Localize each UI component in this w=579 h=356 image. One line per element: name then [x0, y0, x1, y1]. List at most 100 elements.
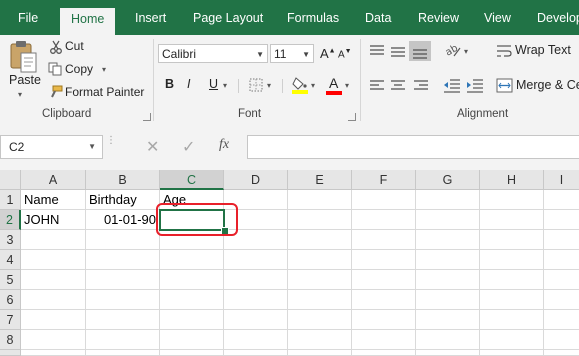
paste-icon[interactable] [9, 40, 39, 74]
insert-function-button[interactable]: fx [219, 137, 229, 153]
grid-cell[interactable] [224, 330, 288, 350]
font-color-dropdown-icon[interactable]: ▾ [345, 81, 349, 90]
italic-button[interactable]: I [187, 77, 190, 91]
row-header-3[interactable]: 3 [0, 230, 21, 250]
column-header-h[interactable]: H [480, 170, 544, 190]
name-box[interactable]: C2 ▼ [0, 135, 103, 159]
row-header-9[interactable]: 9 [0, 350, 21, 356]
cell-a1[interactable]: Name [21, 190, 86, 210]
tab-home[interactable]: Home [60, 8, 116, 35]
cell-a2[interactable]: JOHN [21, 210, 86, 230]
grid-cell[interactable] [86, 290, 160, 310]
grid-cell[interactable] [480, 350, 544, 356]
grid-cell[interactable] [544, 210, 579, 230]
tab-page-layout[interactable]: Page Layout [193, 0, 263, 35]
grid-cell[interactable] [224, 270, 288, 290]
tab-formulas[interactable]: Formulas [287, 0, 339, 35]
row-header-7[interactable]: 7 [0, 310, 21, 330]
row-header-5[interactable]: 5 [0, 270, 21, 290]
grid-cell[interactable] [544, 330, 579, 350]
copy-icon[interactable] [48, 62, 62, 81]
underline-dropdown-icon[interactable]: ▾ [223, 81, 227, 90]
grid-cell[interactable] [416, 230, 480, 250]
grid-cell[interactable] [160, 250, 224, 270]
grid-cell[interactable] [21, 330, 86, 350]
grid-cell[interactable] [160, 350, 224, 356]
paste-dropdown-icon[interactable]: ▾ [18, 90, 22, 99]
grid-cell[interactable] [288, 210, 352, 230]
increase-font-size-icon[interactable]: A▲ [320, 46, 336, 61]
grid-cell[interactable] [416, 290, 480, 310]
grid-cell[interactable] [160, 310, 224, 330]
middle-align-icon[interactable] [390, 44, 406, 63]
fill-color-dropdown-icon[interactable]: ▾ [311, 81, 315, 90]
column-header-d[interactable]: D [224, 170, 288, 190]
column-header-b[interactable]: B [86, 170, 160, 190]
row-header-6[interactable]: 6 [0, 290, 21, 310]
column-header-g[interactable]: G [416, 170, 480, 190]
grid-cell[interactable] [416, 250, 480, 270]
grid-cell[interactable] [352, 290, 416, 310]
grid-cell[interactable] [352, 310, 416, 330]
grid-cell[interactable] [86, 330, 160, 350]
wrap-text-icon[interactable] [496, 44, 512, 63]
cell-b2[interactable]: 01-01-90 [86, 210, 160, 230]
grid-cell[interactable] [544, 230, 579, 250]
row-header-1[interactable]: 1 [0, 190, 21, 210]
grid-cell[interactable] [288, 350, 352, 356]
grid-cell[interactable] [416, 330, 480, 350]
grid-cell[interactable] [21, 310, 86, 330]
paste-button[interactable]: Paste [9, 73, 41, 87]
cut-icon[interactable] [49, 40, 63, 59]
borders-dropdown-icon[interactable]: ▾ [267, 81, 271, 90]
column-header-e[interactable]: E [288, 170, 352, 190]
grid-cell[interactable] [544, 250, 579, 270]
grid-cell[interactable] [480, 190, 544, 210]
row-header-8[interactable]: 8 [0, 330, 21, 350]
fill-color-icon[interactable] [292, 76, 308, 99]
copy-button[interactable]: Copy [65, 62, 93, 76]
top-align-icon[interactable] [369, 44, 385, 63]
grid-cell[interactable] [288, 250, 352, 270]
bottom-align-icon[interactable] [409, 41, 431, 61]
grid-cell[interactable] [352, 350, 416, 356]
orientation-icon[interactable]: ab [444, 42, 462, 63]
orientation-dropdown-icon[interactable]: ▾ [464, 47, 468, 56]
align-right-icon[interactable] [413, 79, 429, 98]
grid-cell[interactable] [224, 250, 288, 270]
increase-indent-icon[interactable] [466, 78, 484, 99]
grid-cell[interactable] [21, 230, 86, 250]
tab-data[interactable]: Data [365, 0, 391, 35]
grid-cell[interactable] [224, 310, 288, 330]
wrap-text-button[interactable]: Wrap Text [515, 43, 571, 57]
grid-cell[interactable] [480, 230, 544, 250]
grid-cell[interactable] [21, 290, 86, 310]
grid-cell[interactable] [288, 230, 352, 250]
grid-cell[interactable] [288, 290, 352, 310]
column-header-c[interactable]: C [160, 170, 224, 190]
merge-center-icon[interactable] [496, 78, 513, 98]
grid-cell[interactable] [86, 230, 160, 250]
format-painter-icon[interactable] [48, 85, 63, 104]
grid-cell[interactable] [480, 290, 544, 310]
column-header-i[interactable]: I [544, 170, 579, 190]
grid-cell[interactable] [480, 250, 544, 270]
cut-button[interactable]: Cut [65, 39, 84, 53]
grid-cell[interactable] [21, 350, 86, 356]
cell-b1[interactable]: Birthday [86, 190, 160, 210]
column-header-f[interactable]: F [352, 170, 416, 190]
format-painter-button[interactable]: Format Painter [65, 85, 144, 99]
grid-cell[interactable] [480, 310, 544, 330]
grid-cell[interactable] [416, 270, 480, 290]
grid-cell[interactable] [416, 190, 480, 210]
row-header-2[interactable]: 2 [0, 210, 21, 230]
grid-cell[interactable] [224, 350, 288, 356]
grid-cell[interactable] [288, 270, 352, 290]
tab-file[interactable]: File [18, 0, 38, 35]
align-left-icon[interactable] [369, 79, 385, 98]
grid-cell[interactable] [21, 270, 86, 290]
decrease-indent-icon[interactable] [443, 78, 461, 99]
grid-cell[interactable] [21, 250, 86, 270]
grid-cell[interactable] [480, 210, 544, 230]
row-header-4[interactable]: 4 [0, 250, 21, 270]
